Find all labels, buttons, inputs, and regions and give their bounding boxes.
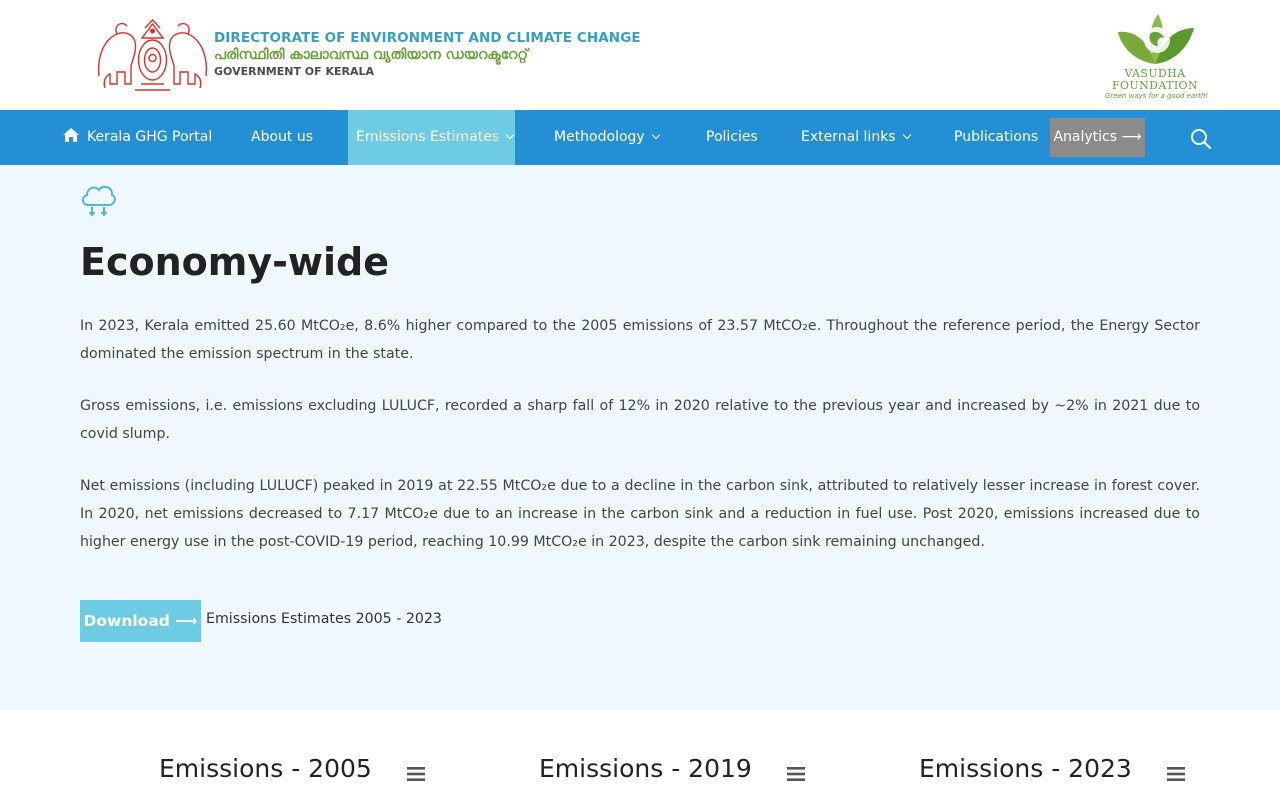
paragraph-net-emissions: Net emissions (including LULUCF) peaked … [80, 478, 1200, 550]
kerala-emblem-icon[interactable] [95, 14, 210, 94]
government-label: GOVERNMENT OF KERALA [214, 65, 375, 78]
analytics-button[interactable]: Analytics ⟶ [1050, 118, 1145, 157]
nav-methodology-label: Methodology [554, 129, 645, 145]
menu-icon[interactable] [1167, 767, 1185, 781]
page-title: Economy-wide [80, 240, 389, 284]
nav-emissions-estimates[interactable]: Emissions Estimates [348, 110, 515, 165]
vasudha-foundation-logo[interactable]: VASUDHA FOUNDATION Green ways for a good… [1105, 10, 1209, 102]
nav-external-links[interactable]: External links [801, 110, 911, 165]
nav-publications[interactable]: Publications [954, 110, 1038, 165]
department-name-malayalam: പരിസ്ഥിതി കാലാവസ്ഥ വ്യതിയാന ഡയറക്ടറേറ്റ് [214, 47, 528, 63]
nav-policies-label: Policies [706, 129, 758, 145]
chevron-down-icon [651, 130, 660, 140]
nav-home-label: Kerala GHG Portal [87, 129, 213, 145]
chart-title-2023: Emissions - 2023 [919, 754, 1132, 783]
department-name-block: DIRECTORATE OF ENVIRONMENT AND CLIMATE C… [214, 30, 641, 78]
nav-home[interactable]: Kerala GHG Portal [63, 110, 212, 165]
paragraph-summary: In 2023, Kerala emitted 25.60 MtCO₂e, 8.… [80, 318, 1200, 362]
nav-publications-label: Publications [954, 129, 1039, 145]
partner-tagline: Green ways for a good earth! [1105, 92, 1209, 100]
download-button[interactable]: Download ⟶ [80, 600, 201, 642]
vasudha-leaf-logo-icon [1118, 14, 1194, 64]
paragraph-gross-emissions: Gross emissions, i.e. emissions excludin… [80, 398, 1200, 442]
chevron-down-icon [505, 130, 515, 140]
download-caption: Emissions Estimates 2005 - 2023 [206, 611, 442, 627]
nav-external-links-label: External links [801, 129, 896, 145]
nav-emissions-estimates-label: Emissions Estimates [356, 129, 500, 145]
cloud-icon [82, 185, 116, 217]
home-icon [63, 128, 79, 142]
partner-name-line2: FOUNDATION [1111, 79, 1199, 92]
site-header: DIRECTORATE OF ENVIRONMENT AND CLIMATE C… [0, 0, 1280, 110]
nav-about-us-label: About us [251, 129, 314, 145]
nav-methodology[interactable]: Methodology [554, 110, 660, 165]
nav-about-us[interactable]: About us [251, 110, 313, 165]
chevron-down-icon [902, 130, 911, 140]
nav-policies[interactable]: Policies [706, 110, 758, 165]
chart-title-2005: Emissions - 2005 [159, 754, 372, 783]
menu-icon[interactable] [787, 767, 805, 781]
search-icon[interactable] [1190, 128, 1212, 150]
chart-title-2019: Emissions - 2019 [539, 754, 752, 783]
menu-icon[interactable] [407, 767, 425, 781]
department-name-english: DIRECTORATE OF ENVIRONMENT AND CLIMATE C… [214, 30, 641, 46]
